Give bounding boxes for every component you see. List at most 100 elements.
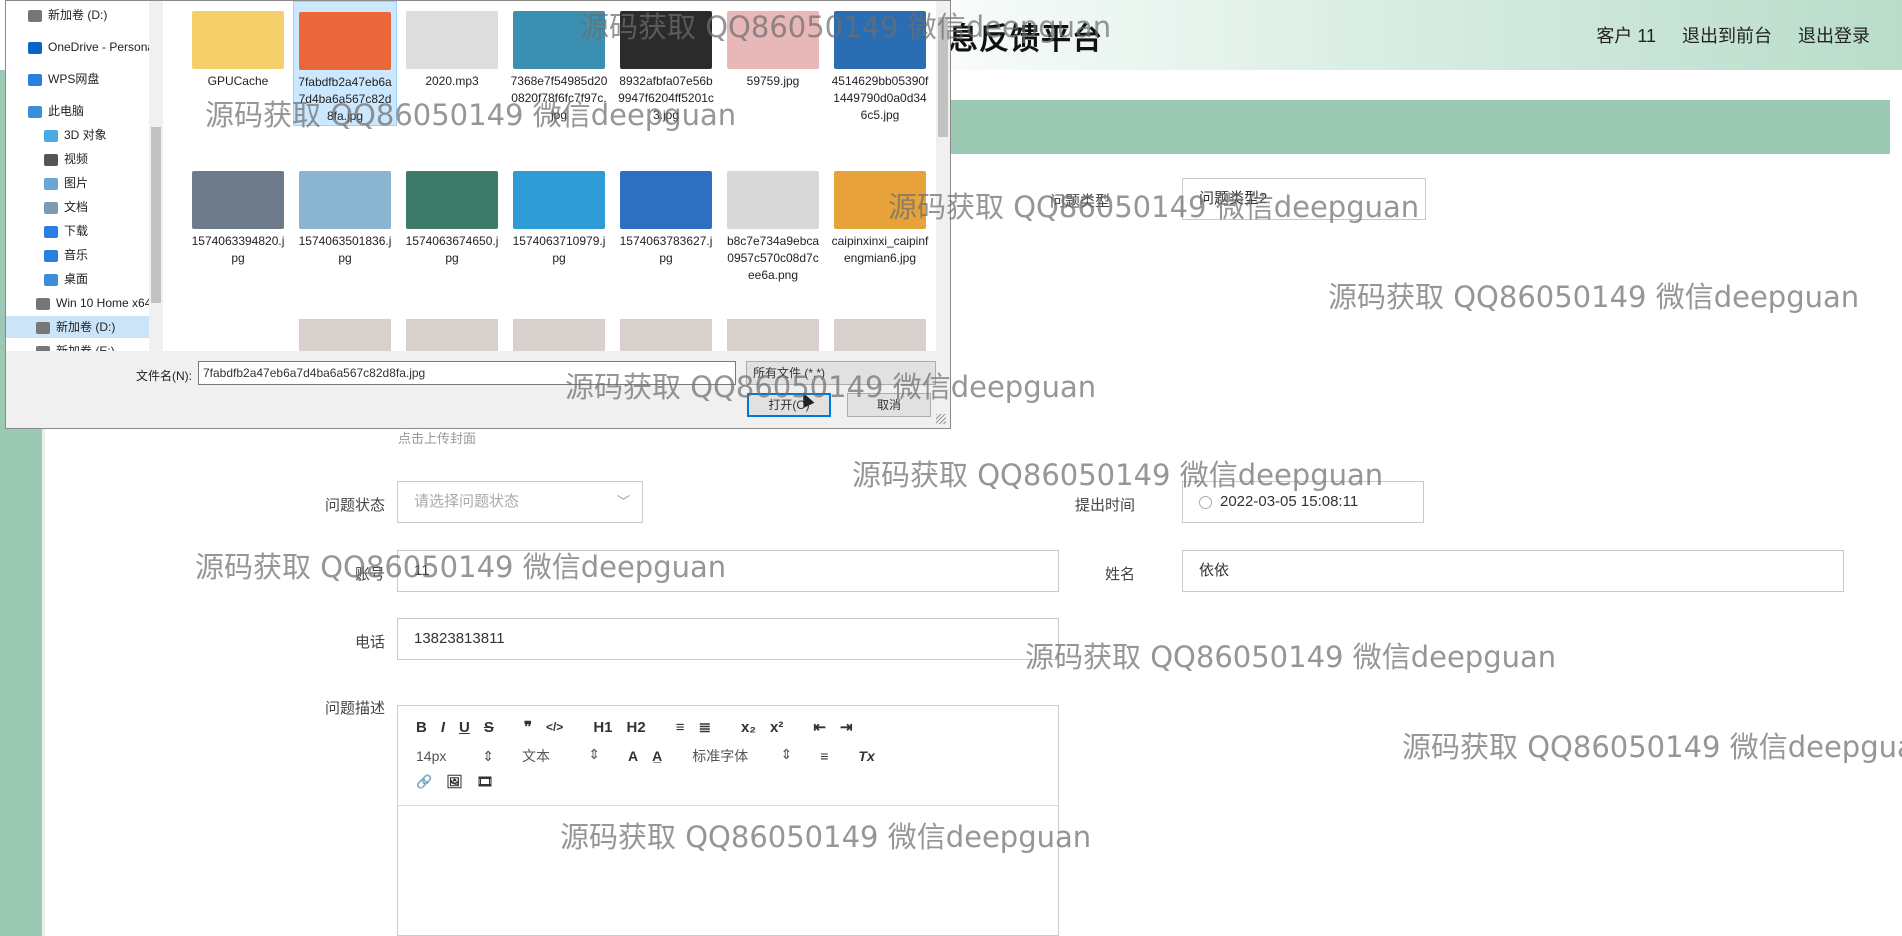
files-scroll-thumb[interactable] xyxy=(938,17,948,137)
file-name: GPUCache xyxy=(207,74,269,88)
h1-button[interactable]: H1 xyxy=(593,719,612,736)
file-name: 1574063674650.jpg xyxy=(405,234,499,265)
file-thumbnail[interactable] xyxy=(406,319,498,351)
align-button[interactable]: ≡ xyxy=(820,748,828,764)
nav-scroll-thumb[interactable] xyxy=(151,127,161,303)
link-icon[interactable]: 🔗 xyxy=(416,774,432,790)
file-item[interactable]: 59759.jpg xyxy=(721,1,825,90)
subscript-button[interactable]: x₂ xyxy=(741,719,756,736)
name-field[interactable]: 依依 xyxy=(1182,550,1844,592)
dialog-nav-pane: 新加卷 (D:) OneDrive - Personal WPS网盘此电脑 3D 对象… xyxy=(6,1,167,351)
h2-button[interactable]: H2 xyxy=(627,719,646,736)
font-family-select[interactable]: 标准字体 ⇕ xyxy=(692,746,792,766)
clear-format-button[interactable]: Tx xyxy=(858,748,874,764)
strike-button[interactable]: S xyxy=(484,719,494,736)
files-scrollbar[interactable] xyxy=(936,1,950,351)
nav-item[interactable]: 下载 xyxy=(6,220,149,242)
file-item[interactable]: 4514629bb05390f1449790d0a0d346c5.jpg xyxy=(828,1,932,124)
file-thumbnail xyxy=(834,171,926,229)
time-field[interactable]: 2022-03-05 15:08:11 xyxy=(1182,481,1424,523)
nav-item[interactable]: WPS网盘 xyxy=(6,68,149,90)
nav-scrollbar[interactable] xyxy=(149,1,163,351)
file-thumbnail[interactable] xyxy=(513,319,605,351)
nav-item[interactable]: 此电脑 xyxy=(6,100,149,122)
file-item[interactable]: 7368e7f54985d200820f78f6fc7f97c.jpg xyxy=(507,1,611,124)
description-label: 问题描述 xyxy=(324,700,385,717)
file-thumbnail xyxy=(513,11,605,69)
file-name: 1574063501836.jpg xyxy=(298,234,392,265)
background-color-button[interactable]: A̲ xyxy=(652,748,662,764)
file-thumbnail xyxy=(727,11,819,69)
nav-item-label: 音乐 xyxy=(64,248,89,262)
category-field[interactable]: 问题类型2 xyxy=(1182,178,1426,220)
open-button[interactable]: 打开(O) xyxy=(747,393,831,417)
nav-item-label: 图片 xyxy=(64,176,89,190)
folder-icon xyxy=(192,11,284,69)
file-item[interactable]: 1574063394820.jpg xyxy=(186,161,290,267)
file-item[interactable]: 1574063710979.jpg xyxy=(507,161,611,267)
outdent-button[interactable]: ⇤ xyxy=(813,718,826,736)
nav-item[interactable]: 3D 对象 xyxy=(6,124,149,146)
file-item[interactable]: 1574063783627.jpg xyxy=(614,161,718,267)
underline-button[interactable]: U xyxy=(459,719,470,736)
filetype-select[interactable]: 所有文件 (*.*) xyxy=(746,361,936,385)
text-style-value: 文本 xyxy=(522,748,550,764)
text-style-select[interactable]: 文本 ⇕ xyxy=(522,746,600,766)
nav-item[interactable]: 文档 xyxy=(6,196,149,218)
file-thumbnail xyxy=(727,171,819,229)
logout-link[interactable]: 退出登录 xyxy=(1798,22,1870,48)
file-thumbnail[interactable] xyxy=(299,319,391,351)
nav-item[interactable]: 新加卷 (D:) xyxy=(6,4,149,26)
file-name: 59759.jpg xyxy=(746,74,800,88)
superscript-button[interactable]: x² xyxy=(770,719,783,736)
file-name: 2020.mp3 xyxy=(425,74,479,88)
bullet-list-button[interactable]: ≣ xyxy=(698,718,711,736)
file-item[interactable]: 8932afbfa07e56b9947f6204ff5201c3.jpg xyxy=(614,1,718,124)
back-to-front-link[interactable]: 退出到前台 xyxy=(1682,22,1772,48)
resize-grip-icon[interactable] xyxy=(936,414,946,424)
nav-item[interactable]: 新加卷 (D:) xyxy=(6,316,149,338)
phone-field[interactable]: 13823813811 xyxy=(397,618,1059,660)
file-thumbnail[interactable] xyxy=(727,319,819,351)
image-icon[interactable]: 🖼 xyxy=(446,774,463,790)
nav-item[interactable]: 桌面 xyxy=(6,268,149,290)
download-icon xyxy=(44,225,58,238)
user-name-link[interactable]: 客户 11 xyxy=(1596,22,1656,48)
file-thumbnail[interactable] xyxy=(620,319,712,351)
italic-button[interactable]: I xyxy=(441,719,445,736)
quote-button[interactable]: ❞ xyxy=(524,718,532,736)
file-name: 7368e7f54985d200820f78f6fc7f97c.jpg xyxy=(510,74,608,122)
upload-cover-hint[interactable]: 点击上传封面 xyxy=(398,428,476,447)
nav-item[interactable]: OneDrive - Personal xyxy=(6,36,157,58)
nav-item[interactable]: 音乐 xyxy=(6,244,149,266)
indent-button[interactable]: ⇥ xyxy=(840,718,853,736)
drive-icon xyxy=(36,321,50,334)
cancel-button[interactable]: 取消 xyxy=(847,393,931,417)
account-field[interactable]: 11 xyxy=(397,550,1059,592)
status-select[interactable]: 请选择问题状态 ﹀ xyxy=(397,481,643,523)
nav-item[interactable]: 图片 xyxy=(6,172,149,194)
desktop-icon xyxy=(44,273,58,286)
font-color-button[interactable]: A xyxy=(628,748,638,764)
file-thumbnail[interactable] xyxy=(834,319,926,351)
font-size-select[interactable]: 14px ⇕ xyxy=(416,748,494,765)
nav-item[interactable]: 视频 xyxy=(6,148,149,170)
code-button[interactable]: </> xyxy=(546,720,563,734)
file-item[interactable]: 2020.mp3 xyxy=(400,1,504,90)
dialog-files-pane: GPUCache 7fabdfb2a47eb6a7d4ba6a567c82d8fa… xyxy=(166,1,941,351)
filename-input[interactable]: 7fabdfb2a47eb6a7d4ba6a567c82d8fa.jpg xyxy=(198,361,736,385)
file-item[interactable]: 7fabdfb2a47eb6a7d4ba6a567c82d8fa.jpg xyxy=(293,1,397,126)
nav-item[interactable]: 新加卷 (E:) xyxy=(6,340,149,351)
file-item[interactable]: GPUCache xyxy=(186,1,290,90)
file-name: caipinxinxi_caipinfengmian6.jpg xyxy=(831,234,929,265)
file-item[interactable]: 1574063501836.jpg xyxy=(293,161,397,267)
file-item[interactable]: b8c7e734a9ebca0957c570c08d7cee6a.png xyxy=(721,161,825,284)
file-item[interactable]: 1574063674650.jpg xyxy=(400,161,504,267)
rich-text-editor[interactable]: B I U S ❞ </> H1 H2 ≡ ≣ x₂ x² ⇤ ⇥ 14px ⇕ … xyxy=(397,705,1059,936)
nav-item[interactable]: Win 10 Home x64 xyxy=(6,292,151,314)
video-icon xyxy=(44,153,58,166)
bold-button[interactable]: B xyxy=(416,719,427,736)
file-item[interactable]: caipinxinxi_caipinfengmian6.jpg xyxy=(828,161,932,267)
ordered-list-button[interactable]: ≡ xyxy=(676,719,685,736)
video-icon[interactable]: 🎞 xyxy=(477,774,494,790)
